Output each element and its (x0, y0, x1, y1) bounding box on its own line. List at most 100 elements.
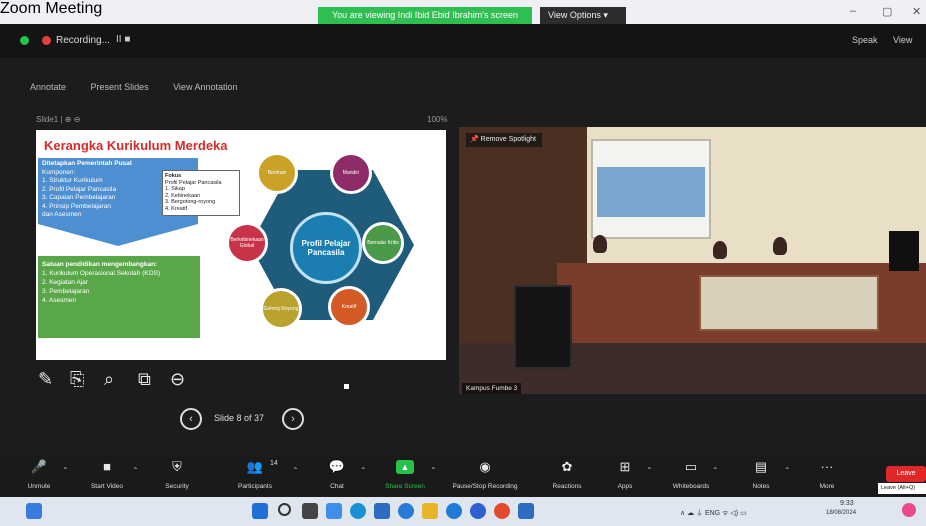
notification-icon[interactable] (902, 503, 916, 517)
start-video-button[interactable]: ■ Start Video (72, 460, 142, 491)
present-slides-button[interactable]: Present Slides (91, 82, 149, 92)
search-icon[interactable]: ⌕ (104, 369, 114, 390)
toolbar-label: Pause/Stop Recording (452, 483, 518, 490)
view-options-button[interactable]: View Options ▾ (540, 7, 626, 24)
pen-icon[interactable]: ✎ (38, 369, 53, 390)
chrome-icon[interactable] (494, 503, 510, 519)
task-view-icon[interactable] (302, 503, 318, 519)
widgets-icon[interactable] (26, 503, 42, 519)
apps-icon: ⊞ (619, 459, 631, 474)
app-icon[interactable] (446, 503, 462, 519)
file-explorer-icon[interactable] (422, 503, 438, 519)
annotation-bar: Annotate Present Slides View Annotation (30, 82, 259, 96)
video-projected-image (597, 167, 705, 217)
green-line: 3. Pembelajaran (42, 288, 90, 295)
search-icon[interactable] (278, 503, 291, 516)
notes-icon: ▤ (754, 459, 768, 474)
leave-tooltip: Leave (Alt+Q) (878, 483, 926, 494)
toolbar-label: Start Video (90, 483, 124, 490)
share-chevron-icon[interactable]: ⌃ (430, 466, 437, 475)
whiteboards-chevron-icon[interactable]: ⌃ (712, 466, 719, 475)
share-screen-button[interactable]: ▲ Share Screen (370, 460, 440, 490)
minimize-button[interactable]: – (850, 5, 856, 17)
store-icon[interactable] (374, 503, 390, 519)
chat-button[interactable]: 💬 Chat (302, 460, 372, 491)
security-button[interactable]: ⛨ Security (142, 459, 212, 491)
more-button[interactable]: ··· More (792, 459, 862, 491)
zoom-taskbar-icon[interactable] (326, 503, 342, 519)
clock-date[interactable]: 18/08/2024 (826, 510, 856, 516)
slide-zoom-controls[interactable]: Slide1 | ⊕ ⊖ (36, 115, 80, 124)
recording-controls[interactable]: II ■ (116, 34, 130, 45)
participant-name: Kampus Fumbe 3 (462, 383, 522, 394)
window-title: Zoom Meeting (0, 0, 103, 17)
video-person (713, 241, 727, 259)
apps-button[interactable]: ⊞ Apps (590, 459, 660, 491)
spotlight-label: Remove Spotlight (480, 136, 536, 143)
app-icon[interactable] (518, 503, 534, 519)
view-annotation-button[interactable]: View Annotation (173, 82, 237, 92)
petal-circle: Berkebinekaan Global (226, 222, 268, 264)
previous-slide-button[interactable]: ‹ (180, 408, 202, 430)
system-tray[interactable]: ∧ ☁ ⏚ ENG ᯤ ◁) ▭ (680, 508, 747, 518)
start-menu-icon[interactable] (252, 503, 268, 519)
whiteboards-button[interactable]: ▭ Whiteboards (656, 459, 726, 491)
app-icon[interactable] (470, 503, 486, 519)
share-screen-icon: ▲ (396, 460, 414, 474)
audio-options-chevron-icon[interactable]: ⌃ (62, 466, 69, 475)
petal-circle: Bernalar Kritis (362, 222, 404, 264)
security-shield-icon[interactable] (20, 36, 29, 45)
zoom-out-icon[interactable]: ⊖ (170, 369, 185, 390)
slide-title: Kerangka Kurikulum Merdeka (44, 138, 228, 153)
pause-stop-recording-button[interactable]: ◉ Pause/Stop Recording (440, 460, 530, 491)
toolbar-label: Participants (238, 483, 272, 490)
slide-counter: Slide 8 of 37 (214, 413, 265, 423)
next-slide-button[interactable]: › (282, 408, 304, 430)
recording-label: Recording... (56, 35, 110, 46)
more-icon: ··· (820, 459, 834, 474)
slide-zoom-level: 100% (427, 115, 448, 124)
close-button[interactable]: ✕ (912, 5, 921, 18)
video-options-chevron-icon[interactable]: ⌃ (132, 466, 139, 475)
video-speaker (889, 231, 919, 271)
petal-circle: Beriman (256, 152, 298, 194)
browser-icon[interactable] (398, 503, 414, 519)
whiteboard-icon: ▭ (684, 459, 698, 474)
toolbar-label: Whiteboards (672, 483, 710, 490)
edge-icon[interactable] (350, 503, 366, 519)
petal-circle: Gotong Royong (260, 288, 302, 330)
notes-chevron-icon[interactable]: ⌃ (784, 466, 791, 475)
microphone-muted-icon: 🎤 (30, 459, 48, 474)
notes-button[interactable]: ▤ Notes (726, 459, 796, 491)
recording-icon (42, 36, 51, 45)
screen-share-banner: You are viewing Indi Ibid Ebid Ibrahim's… (318, 7, 532, 24)
meeting-header (0, 24, 926, 58)
participant-count-badge: 14 (270, 460, 278, 467)
participants-icon: 👥 (246, 459, 264, 474)
maximize-button[interactable]: ▢ (882, 5, 892, 18)
chat-chevron-icon[interactable]: ⌃ (360, 466, 367, 475)
participants-chevron-icon[interactable]: ⌃ (292, 466, 299, 475)
toolbar-label: Unmute (27, 483, 51, 490)
participant-video[interactable] (459, 127, 926, 394)
green-heading: Satuan pendidikan mengembangkan: (42, 261, 158, 268)
leave-button[interactable]: Leave (886, 466, 926, 482)
participants-button[interactable]: 👥 Participants (220, 459, 290, 491)
clock-time[interactable]: 9:33 (840, 500, 854, 507)
shared-slide: Kerangka Kurikulum Merdeka Ditetapkan Pe… (36, 130, 446, 360)
shield-icon: ⛨ (172, 459, 182, 474)
copy-icon[interactable]: ⎘ (70, 369, 84, 390)
speaker-view-button[interactable]: Speak (852, 35, 878, 45)
view-options-label: View Options (548, 10, 601, 20)
reactions-icon: ✿ (561, 459, 573, 474)
profil-box-line: 4. Kreatif (165, 205, 188, 212)
unmute-button[interactable]: 🎤 Unmute (4, 459, 74, 491)
petal-circle: Kreatif (328, 286, 370, 328)
view-button[interactable]: View (893, 35, 912, 45)
layout-icon[interactable]: ⧉ (138, 369, 151, 390)
toolbar-label: Apps (617, 483, 633, 490)
annotate-button[interactable]: Annotate (30, 82, 66, 92)
pin-icon: 📌 (470, 136, 479, 143)
apps-chevron-icon[interactable]: ⌃ (646, 466, 653, 475)
remove-spotlight-button[interactable]: 📌 Remove Spotlight (466, 133, 542, 147)
